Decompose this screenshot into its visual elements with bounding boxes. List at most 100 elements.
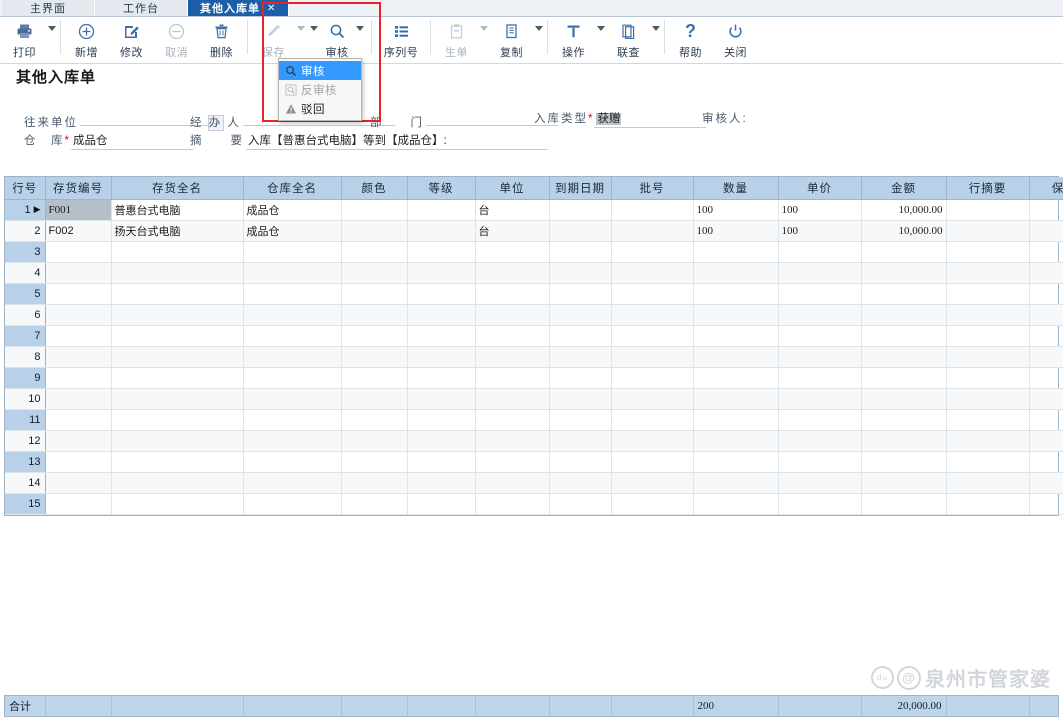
table-row[interactable]: 3 [5, 242, 1063, 263]
cell-grade[interactable] [407, 200, 475, 221]
cell-warehouse[interactable] [243, 452, 341, 473]
cell-qty[interactable] [693, 473, 778, 494]
cell-color[interactable] [341, 284, 407, 305]
cell-warehouse[interactable] [243, 326, 341, 347]
cell-warehouse[interactable]: 成品仓 [243, 200, 341, 221]
cell-batch[interactable] [611, 242, 693, 263]
cell-shelf_life[interactable] [1029, 410, 1063, 431]
cell-price[interactable] [778, 368, 861, 389]
table-row[interactable]: 11 [5, 410, 1063, 431]
cell-name[interactable] [111, 347, 243, 368]
table-row[interactable]: 2F002扬天台式电脑成品仓台10010010,000.00 [5, 221, 1063, 242]
inbound-type-input[interactable]: 获赠 [594, 112, 706, 128]
cell-color[interactable] [341, 200, 407, 221]
cell-warehouse[interactable] [243, 368, 341, 389]
cell-color[interactable] [341, 410, 407, 431]
cell-batch[interactable] [611, 326, 693, 347]
cell-price[interactable] [778, 326, 861, 347]
audit-dropdown-caret-icon[interactable] [356, 26, 364, 31]
cell-qty[interactable] [693, 452, 778, 473]
cell-line_note[interactable] [946, 452, 1029, 473]
cell-line_note[interactable] [946, 494, 1029, 515]
cell-grade[interactable] [407, 452, 475, 473]
cell-grade[interactable] [407, 221, 475, 242]
cell-batch[interactable] [611, 452, 693, 473]
cell-amount[interactable] [861, 368, 946, 389]
cell-color[interactable] [341, 389, 407, 410]
table-row[interactable]: 1▶F001普惠台式电脑成品仓台10010010,000.00 [5, 200, 1063, 221]
cell-expiry[interactable] [549, 326, 611, 347]
grid-header-code[interactable]: 存货编号 [45, 177, 111, 200]
cell-warehouse[interactable]: 成品仓 [243, 221, 341, 242]
menu-item-unaudit[interactable]: 反审核 [279, 80, 361, 99]
toolbar-button-help[interactable]: ? 帮助 [668, 17, 713, 61]
table-row[interactable]: 12 [5, 431, 1063, 452]
toolbar-button-save[interactable]: 保存 [251, 17, 296, 61]
grid-header-price[interactable]: 单价 [778, 177, 861, 200]
cell-batch[interactable] [611, 221, 693, 242]
cell-shelf_life[interactable] [1029, 305, 1063, 326]
cell-expiry[interactable] [549, 305, 611, 326]
cell-line_note[interactable] [946, 431, 1029, 452]
cell-shelf_life[interactable] [1029, 200, 1063, 221]
table-row[interactable]: 14 [5, 473, 1063, 494]
cell-unit[interactable] [475, 242, 549, 263]
cell-warehouse[interactable] [243, 305, 341, 326]
cell-price[interactable] [778, 242, 861, 263]
cell-expiry[interactable] [549, 410, 611, 431]
summary-input[interactable]: 入库【普惠台式电脑】等到【成品仓】: [246, 134, 548, 150]
cell-shelf_life[interactable] [1029, 473, 1063, 494]
cell-amount[interactable] [861, 494, 946, 515]
cell-line_note[interactable] [946, 368, 1029, 389]
grid-header-shelf_life[interactable]: 保质期 [1029, 177, 1063, 200]
cell-name[interactable]: 普惠台式电脑 [111, 200, 243, 221]
cell-unit[interactable]: 台 [475, 221, 549, 242]
cell-batch[interactable] [611, 200, 693, 221]
cell-grade[interactable] [407, 494, 475, 515]
cell-unit[interactable] [475, 494, 549, 515]
toolbar-button-print[interactable]: 打印 [2, 17, 47, 61]
cell-amount[interactable] [861, 263, 946, 284]
cell-line_note[interactable] [946, 473, 1029, 494]
cell-qty[interactable] [693, 368, 778, 389]
cell-batch[interactable] [611, 473, 693, 494]
cell-expiry[interactable] [549, 452, 611, 473]
cell-batch[interactable] [611, 368, 693, 389]
cell-price[interactable] [778, 410, 861, 431]
cell-line_note[interactable] [946, 242, 1029, 263]
cell-qty[interactable] [693, 263, 778, 284]
cell-qty[interactable]: 100 [693, 200, 778, 221]
cell-grade[interactable] [407, 347, 475, 368]
cell-grade[interactable] [407, 284, 475, 305]
cell-color[interactable] [341, 242, 407, 263]
cell-code[interactable] [45, 452, 111, 473]
cell-price[interactable] [778, 347, 861, 368]
cell-amount[interactable] [861, 452, 946, 473]
cell-price[interactable] [778, 263, 861, 284]
grid-header-rownum[interactable]: 行号 [5, 177, 45, 200]
cell-shelf_life[interactable] [1029, 347, 1063, 368]
cell-batch[interactable] [611, 389, 693, 410]
cell-color[interactable] [341, 347, 407, 368]
warehouse-input[interactable]: 成品仓 [71, 134, 193, 150]
cell-batch[interactable] [611, 263, 693, 284]
cell-qty[interactable] [693, 305, 778, 326]
cell-shelf_life[interactable] [1029, 389, 1063, 410]
cell-name[interactable] [111, 452, 243, 473]
cell-grade[interactable] [407, 242, 475, 263]
cell-name[interactable] [111, 473, 243, 494]
cell-warehouse[interactable] [243, 431, 341, 452]
cell-name[interactable] [111, 263, 243, 284]
tab-workbench[interactable]: 工作台 [95, 0, 188, 16]
cell-code[interactable] [45, 494, 111, 515]
cell-code[interactable]: F001 [45, 200, 111, 221]
cell-grade[interactable] [407, 326, 475, 347]
cell-price[interactable] [778, 494, 861, 515]
cell-name[interactable] [111, 284, 243, 305]
cell-expiry[interactable] [549, 389, 611, 410]
cell-line_note[interactable] [946, 221, 1029, 242]
cell-line_note[interactable] [946, 284, 1029, 305]
cell-code[interactable] [45, 431, 111, 452]
cell-line_note[interactable] [946, 200, 1029, 221]
grid-header-name[interactable]: 存货全名 [111, 177, 243, 200]
